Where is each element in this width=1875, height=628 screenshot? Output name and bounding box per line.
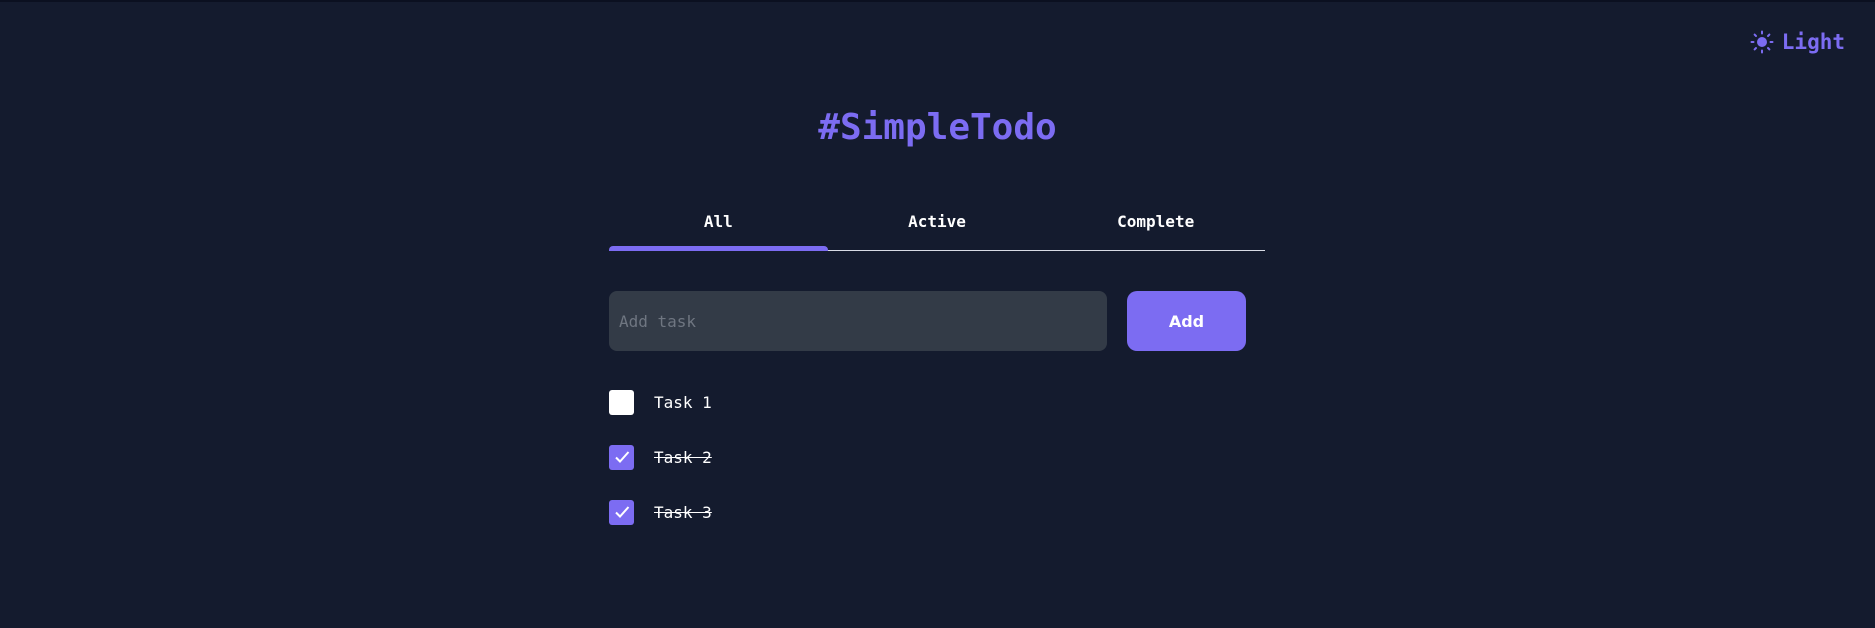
task-label: Task 3 <box>654 502 712 522</box>
task-item: Task 2 <box>609 444 1265 470</box>
task-checkbox[interactable] <box>609 389 634 415</box>
tab-complete[interactable]: Complete <box>1046 200 1265 250</box>
task-label: Task 1 <box>654 392 712 412</box>
add-task-input[interactable] <box>609 291 1107 351</box>
checkmark-icon <box>614 451 629 463</box>
window-top-border <box>0 0 1875 2</box>
task-item: Task 3 <box>609 499 1265 525</box>
tab-all[interactable]: All <box>609 200 828 251</box>
add-task-form: Add <box>609 291 1265 351</box>
task-checkbox[interactable] <box>609 499 634 525</box>
todo-container: All Active Complete Add Task 1 Task 2 <box>609 200 1265 554</box>
task-list: Task 1 Task 2 Task 3 <box>609 389 1265 525</box>
theme-toggle-button[interactable]: Light <box>1750 30 1845 54</box>
task-item: Task 1 <box>609 389 1265 415</box>
checkmark-icon <box>614 506 629 518</box>
page-title: #SimpleTodo <box>818 107 1057 148</box>
add-button[interactable]: Add <box>1127 291 1246 351</box>
filter-tabs: All Active Complete <box>609 200 1265 251</box>
task-checkbox[interactable] <box>609 444 634 470</box>
theme-toggle-label: Light <box>1781 30 1845 54</box>
tab-active[interactable]: Active <box>828 200 1047 250</box>
sun-icon <box>1750 30 1774 54</box>
task-label: Task 2 <box>654 447 712 467</box>
